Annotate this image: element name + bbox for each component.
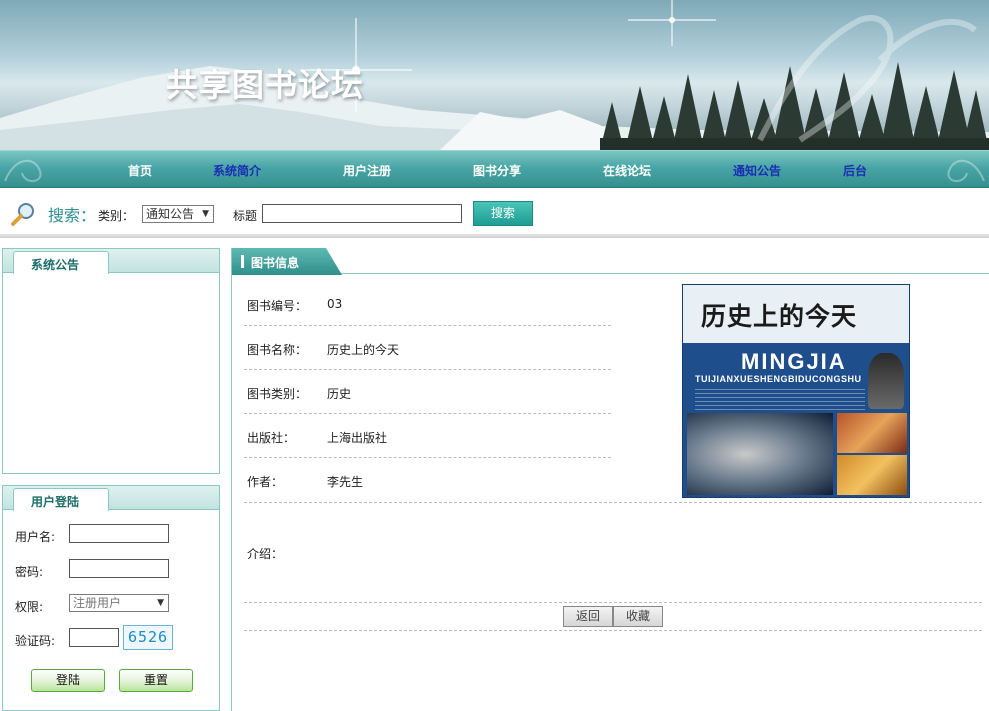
book-field-row: 出版社： 上海出版社 <box>244 414 611 458</box>
captcha-input[interactable] <box>69 628 119 647</box>
category-select[interactable]: 通知公告 ▼ <box>142 205 214 223</box>
title-label: 标题 <box>233 209 258 223</box>
panel-tab: 系统公告 <box>13 251 109 274</box>
nav-item-admin[interactable]: 后台 <box>843 162 867 179</box>
password-label: 密码: <box>15 565 44 579</box>
row-divider <box>244 502 982 503</box>
section-header: 图书信息 <box>232 248 989 275</box>
header-banner: 共享图书论坛 <box>0 0 989 150</box>
back-button[interactable]: 返回 <box>563 606 613 627</box>
ornament-icon <box>4 159 42 182</box>
mountain-landscape-image <box>0 0 989 150</box>
nav-item-forum[interactable]: 在线论坛 <box>603 162 651 179</box>
cover-title: 历史上的今天 <box>701 302 858 331</box>
site-title: 共享图书论坛 <box>166 66 365 104</box>
panel-tab: 用户登陆 <box>13 488 109 511</box>
login-panel: 用户登陆 用户名: 密码: 权限: 注册用户 ▼ 验证码: 6526 登陆 重置 <box>2 485 220 711</box>
cover-pinyin: MINGJIA <box>741 349 847 374</box>
nav-item-register[interactable]: 用户注册 <box>343 162 391 179</box>
search-button[interactable]: 搜索 <box>473 201 533 226</box>
title-search-input[interactable] <box>262 204 462 223</box>
publisher-value: 上海出版社 <box>327 431 388 445</box>
panel-header: 用户登陆 <box>3 486 219 511</box>
dropdown-arrow-icon: ▼ <box>157 598 164 608</box>
role-label: 权限: <box>15 600 44 614</box>
intro-label: 介绍： <box>247 547 284 561</box>
password-input[interactable] <box>69 559 169 578</box>
book-category-label: 图书类别： <box>247 387 308 401</box>
magnifier-icon <box>11 203 34 226</box>
login-heading: 用户登陆 <box>31 495 80 509</box>
book-name-value: 历史上的今天 <box>327 343 400 357</box>
nav-item-notice[interactable]: 通知公告 <box>733 162 781 179</box>
cover-photo <box>687 413 833 495</box>
book-cover-image: 历史上的今天 MINGJIA TUIJIANXUESHENGBIDUCONGSH… <box>682 284 910 498</box>
main-navigation: 首页 系统简介 用户注册 图书分享 在线论坛 通知公告 后台 <box>0 150 989 188</box>
book-field-row: 图书编号： 03 <box>244 282 611 326</box>
book-name-label: 图书名称： <box>247 343 308 357</box>
publisher-label: 出版社： <box>247 431 296 445</box>
captcha-label: 验证码: <box>15 634 56 648</box>
category-select-value: 通知公告 <box>146 207 195 221</box>
book-category-value: 历史 <box>327 387 352 401</box>
announcement-panel: 系统公告 <box>2 248 220 474</box>
book-field-row: 图书名称： 历史上的今天 <box>244 326 611 370</box>
cover-figure <box>868 353 904 409</box>
book-info-section: 图书信息 图书编号： 03 图书名称： 历史上的今天 图书类别： 历史 出版社：… <box>231 248 989 711</box>
category-label: 类别： <box>98 209 135 223</box>
search-title: 搜索： <box>48 206 97 225</box>
book-id-label: 图书编号： <box>247 299 308 313</box>
login-button[interactable]: 登陆 <box>31 669 105 692</box>
cover-photo <box>837 455 907 495</box>
author-label: 作者： <box>247 475 284 489</box>
captcha-image[interactable]: 6526 <box>123 625 173 650</box>
nav-item-system-intro[interactable]: 系统简介 <box>213 162 261 179</box>
search-bar: 搜索： 类别： 通知公告 ▼ 标题 搜索 <box>0 192 989 232</box>
username-input[interactable] <box>69 524 169 543</box>
panel-header: 系统公告 <box>3 249 219 274</box>
book-field-row: 图书类别： 历史 <box>244 370 611 414</box>
username-label: 用户名: <box>15 530 56 544</box>
book-id-value: 03 <box>327 297 343 311</box>
cover-photo <box>837 413 907 453</box>
nav-item-book-share[interactable]: 图书分享 <box>473 162 521 179</box>
nav-item-home[interactable]: 首页 <box>128 162 152 179</box>
role-select[interactable]: 注册用户 ▼ <box>69 594 169 612</box>
row-divider <box>244 602 982 603</box>
dropdown-arrow-icon: ▼ <box>202 209 209 219</box>
row-divider <box>244 630 982 631</box>
role-select-value: 注册用户 <box>73 596 122 610</box>
cover-blurb <box>695 389 865 411</box>
reset-button[interactable]: 重置 <box>119 669 193 692</box>
book-info-heading: 图书信息 <box>251 256 300 270</box>
announcement-heading: 系统公告 <box>31 258 80 272</box>
section-tab: 图书信息 <box>232 248 342 275</box>
favorite-button[interactable]: 收藏 <box>613 606 663 627</box>
tab-marker <box>241 255 244 268</box>
ornament-icon <box>947 159 985 182</box>
cover-pinyin-series: TUIJIANXUESHENGBIDUCONGSHU <box>695 374 862 384</box>
header-divider <box>0 234 989 238</box>
author-value: 李先生 <box>327 475 364 489</box>
